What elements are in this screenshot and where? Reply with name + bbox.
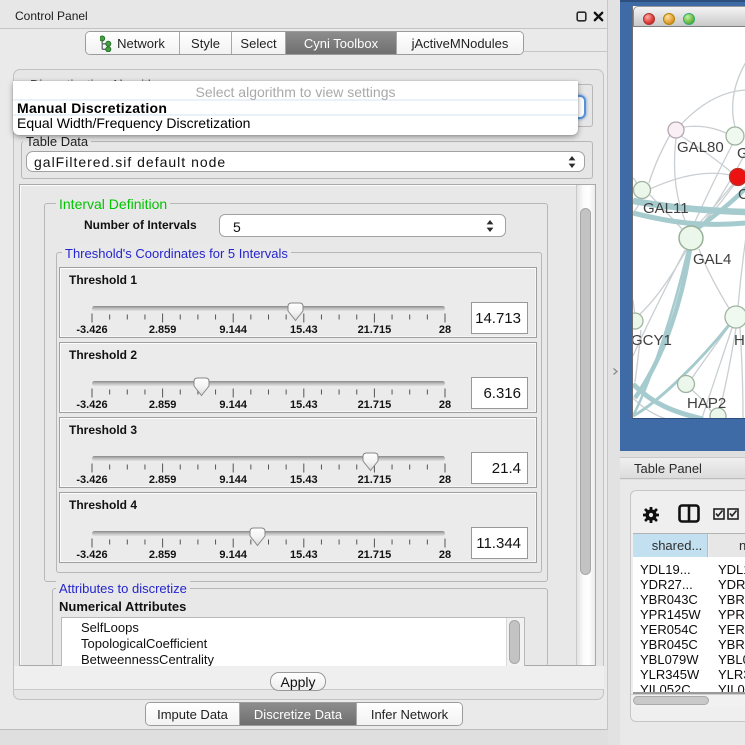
- svg-text:GAL4: GAL4: [693, 251, 731, 268]
- svg-text:HAP2: HAP2: [687, 395, 726, 412]
- svg-text:GCY1: GCY1: [633, 332, 672, 349]
- svg-text:GAL11: GAL11: [643, 200, 689, 217]
- svg-text:H: H: [734, 332, 745, 349]
- svg-text:G...: G...: [737, 145, 745, 162]
- svg-text:C...: C...: [738, 186, 745, 203]
- svg-text:GAL80: GAL80: [677, 139, 724, 156]
